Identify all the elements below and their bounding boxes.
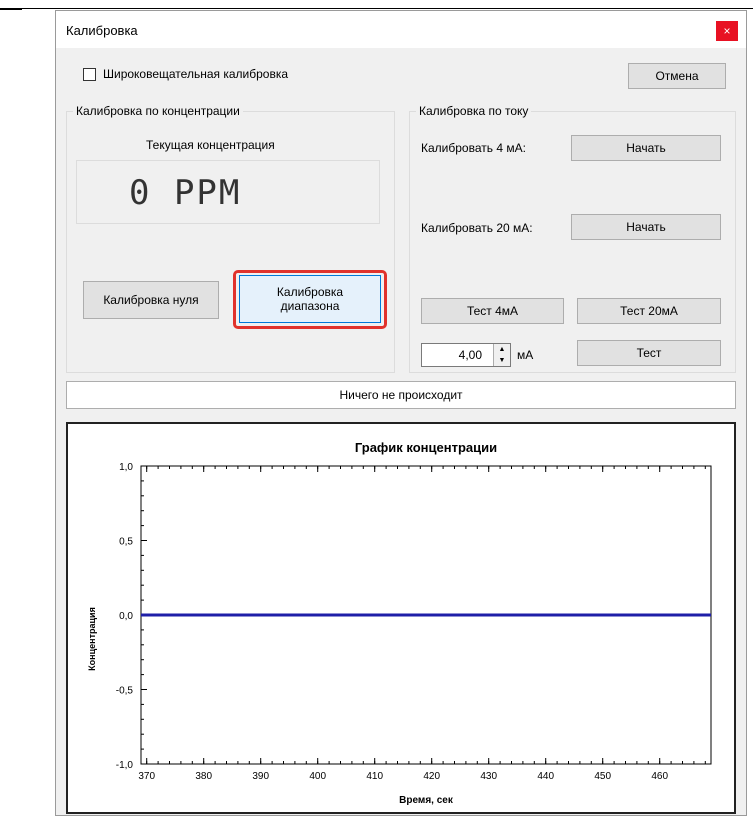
current-group-title: Калибровка по току [416,104,532,118]
window-title: Калибровка [66,23,138,38]
top-separator-line [0,8,753,9]
test-button[interactable]: Тест [577,340,721,366]
spinner-arrows-icon[interactable]: ▲ ▼ [493,344,510,366]
close-button[interactable]: × [716,21,738,41]
x-tick-label: 460 [651,771,668,782]
top-separator-mark [0,8,22,10]
x-tick-label: 410 [366,771,383,782]
start-20ma-button[interactable]: Начать [571,214,721,240]
y-tick-label: -0,5 [116,686,134,697]
cancel-button[interactable]: Отмена [628,63,726,89]
current-value-spinner[interactable]: 4,00 ▲ ▼ [421,343,511,367]
concentration-chart: График концентрации Концентрация Время, … [87,440,712,806]
calibration-window: Калибровка × Широковещательная калибровк… [55,10,747,816]
status-text: Ничего не происходит [339,388,463,402]
start-4ma-button[interactable]: Начать [571,135,721,161]
checkbox-box[interactable] [83,67,96,81]
y-tick-label: 1,0 [119,462,133,473]
x-tick-label: 450 [594,771,611,782]
concentration-chart-panel: График концентрации Концентрация Время, … [66,422,736,814]
chart-x-axis-label: Время, сек [399,795,454,806]
close-icon: × [723,24,731,38]
x-tick-label: 370 [138,771,155,782]
concentration-value: 0 PPM [129,173,242,213]
chart-y-axis-label: Концентрация [87,607,97,671]
test-20ma-button[interactable]: Тест 20мА [577,298,721,324]
current-concentration-label: Текущая концентрация [146,138,275,152]
y-tick-label: -1,0 [116,760,134,771]
ma-unit-label: мА [517,348,534,362]
y-tick-label: 0,0 [119,611,133,622]
concentration-display: 0 PPM [76,160,380,224]
x-tick-label: 420 [423,771,440,782]
broadcast-calibration-label: Широковещательная калибровка [103,67,289,81]
status-bar: Ничего не происходит [66,381,736,409]
x-tick-label: 440 [537,771,554,782]
concentration-group-title: Калибровка по концентрации [73,104,243,118]
current-value: 4,00 [458,348,482,362]
chart-title: График концентрации [355,440,497,455]
x-tick-label: 380 [195,771,212,782]
x-tick-label: 430 [480,771,497,782]
zero-calibration-button[interactable]: Калибровка нуля [83,281,219,319]
range-calibration-button[interactable]: Калибровка диапазона [239,275,381,323]
calibrate-4ma-label: Калибровать 4 мА: [421,141,526,155]
test-4ma-button[interactable]: Тест 4мА [421,298,564,324]
broadcast-calibration-checkbox[interactable]: Широковещательная калибровка [83,67,288,81]
y-tick-label: 0,5 [119,537,133,548]
calibrate-20ma-label: Калибровать 20 мА: [421,221,533,235]
title-bar: Калибровка × [56,11,746,48]
x-tick-label: 400 [309,771,326,782]
x-tick-label: 390 [252,771,269,782]
